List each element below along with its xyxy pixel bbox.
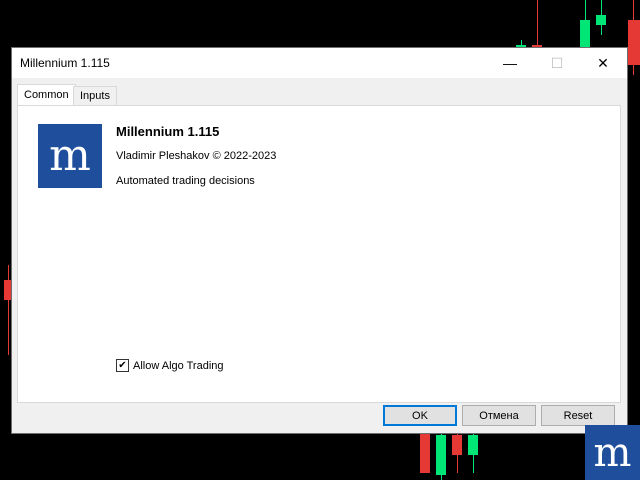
candle [468,435,478,455]
candle [628,20,640,65]
title-bar[interactable]: Millennium 1.115 — ☐ ✕ [12,48,627,78]
close-button[interactable]: ✕ [580,48,626,78]
logo-letter: m [49,130,91,181]
close-icon: ✕ [597,54,609,71]
candle [580,20,590,48]
candle [436,435,446,475]
author-copyright: Vladimir Pleshakov © 2022-2023 [116,150,277,162]
maximize-icon: ☐ [550,54,564,71]
candle [452,435,462,455]
corner-logo-icon: m [585,425,640,480]
allow-algo-trading-option[interactable]: ✔ Allow Algo Trading [116,359,224,372]
corner-logo-letter: m [593,429,632,476]
window-title: Millennium 1.115 [20,56,110,70]
allow-algo-trading-label: Allow Algo Trading [133,359,224,372]
candle-wick [8,265,9,355]
app-description: Automated trading decisions [116,175,255,187]
properties-dialog: Millennium 1.115 — ☐ ✕ Common Inputs m M… [12,48,627,433]
checkmark-icon: ✔ [118,359,127,371]
cancel-button[interactable]: Отмена [462,405,536,426]
candle [420,433,430,473]
candle-wick [537,0,538,48]
candle [4,280,12,300]
candle [596,15,606,25]
app-name: Millennium 1.115 [116,124,220,139]
minimize-icon: — [503,55,517,71]
reset-button[interactable]: Reset [541,405,615,426]
minimize-button[interactable]: — [487,48,533,78]
allow-algo-trading-checkbox[interactable]: ✔ [116,359,129,372]
ok-button[interactable]: OK [383,405,457,426]
millennium-logo-icon: m [38,124,102,188]
tab-inputs[interactable]: Inputs [73,86,117,106]
common-tab-panel: m Millennium 1.115 Vladimir Pleshakov © … [17,105,621,403]
tab-common[interactable]: Common [17,84,76,106]
maximize-button[interactable]: ☐ [534,48,580,78]
